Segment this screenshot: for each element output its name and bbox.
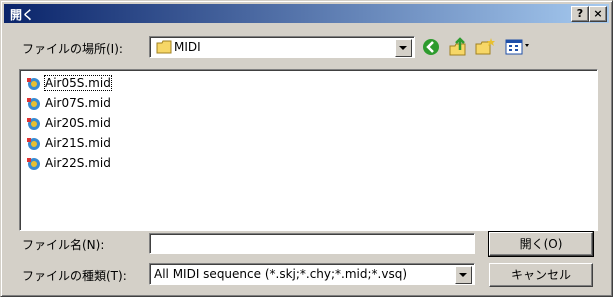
filename-input[interactable]	[149, 233, 475, 254]
folder-icon	[156, 40, 172, 54]
filetype-combo[interactable]: All MIDI sequence (*.skj;*.chy;*.mid;*.v…	[149, 263, 475, 285]
location-label: ファイルの場所(I):	[22, 42, 123, 56]
file-name: Air21S.mid	[45, 136, 111, 150]
new-folder-icon[interactable]	[474, 36, 496, 58]
back-icon[interactable]	[420, 36, 442, 58]
location-value: MIDI	[174, 40, 201, 54]
help-button[interactable]: ?	[571, 6, 589, 22]
midi-file-icon	[27, 138, 40, 150]
file-list[interactable]: Air05S.mid Air07S.mid Air20S.mid Air21S.…	[19, 69, 598, 231]
open-button[interactable]: 開く(O)	[488, 231, 594, 257]
cancel-button[interactable]: キャンセル	[489, 263, 593, 287]
file-name: Air05S.mid	[44, 75, 112, 91]
file-name: Air07S.mid	[45, 96, 111, 110]
view-menu-icon[interactable]	[504, 36, 532, 58]
filetype-value: All MIDI sequence (*.skj;*.chy;*.mid;*.v…	[154, 267, 408, 281]
window-title: 開く	[10, 8, 35, 22]
file-name: Air20S.mid	[45, 116, 111, 130]
midi-file-icon	[27, 118, 40, 130]
open-dialog: 開く ? × ファイルの場所(I): MIDI Air05S.mid Air07…	[0, 0, 613, 297]
close-button[interactable]: ×	[589, 6, 607, 22]
title-bar[interactable]: 開く ? ×	[4, 4, 609, 23]
location-combo[interactable]: MIDI	[149, 36, 415, 58]
up-folder-icon[interactable]	[447, 36, 469, 58]
file-name: Air22S.mid	[45, 156, 111, 170]
filetype-dropdown-button[interactable]	[455, 266, 472, 284]
midi-file-icon	[27, 158, 40, 170]
filetype-label: ファイルの種類(T):	[22, 269, 127, 283]
midi-file-icon	[27, 78, 40, 90]
midi-file-icon	[27, 98, 40, 110]
location-dropdown-button[interactable]	[395, 39, 412, 57]
filename-label: ファイル名(N):	[22, 238, 105, 252]
